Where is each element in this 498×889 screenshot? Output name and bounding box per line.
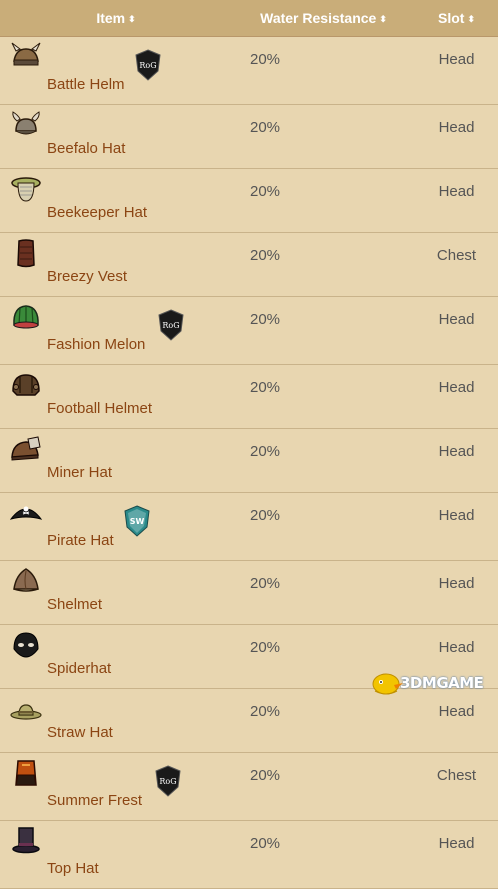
table-row: Beefalo Hat 20% Head — [0, 104, 498, 169]
item-cell: Spiderhat — [0, 624, 232, 689]
badge-label: RoG — [159, 777, 176, 786]
item-cell: Breezy Vest — [0, 232, 232, 297]
sw-badge-icon: SW — [124, 505, 150, 537]
watermark-text: 3DMGAME — [400, 674, 484, 692]
badge-label: SW — [130, 517, 145, 526]
item-link[interactable]: Spiderhat — [47, 660, 111, 677]
column-header-item-label: Item — [96, 10, 126, 26]
slot-value: Chest — [415, 752, 498, 821]
beekeeper-hat-icon[interactable] — [10, 173, 42, 205]
battle-helm-icon[interactable] — [10, 41, 42, 73]
rog-badge-icon: RoG — [155, 765, 181, 797]
miner-hat-icon[interactable] — [10, 433, 42, 465]
item-cell: Top Hat — [0, 820, 232, 889]
badge-label: RoG — [162, 321, 179, 330]
item-cell: Straw Hat — [0, 688, 232, 753]
slot-value: Chest — [415, 232, 498, 297]
water-resistance-value: 20% — [232, 168, 415, 233]
table-row: Straw Hat 20% Head — [0, 688, 498, 753]
table-row: Football Helmet 20% Head — [0, 364, 498, 429]
water-resistance-value: 20% — [232, 560, 415, 625]
pirate-hat-icon[interactable] — [10, 497, 42, 529]
item-link[interactable]: Breezy Vest — [47, 268, 127, 285]
item-link[interactable]: Pirate Hat — [47, 532, 114, 549]
table-row: Beekeeper Hat 20% Head — [0, 168, 498, 233]
football-helmet-icon[interactable] — [10, 369, 42, 401]
items-table: Item ⬍ Water Resistance ⬍ Slot ⬍ Battle Hel… — [0, 0, 498, 889]
water-resistance-value: 20% — [232, 752, 415, 821]
table-row: Fashion Melon RoG 20% Head — [0, 296, 498, 365]
water-resistance-value: 20% — [232, 104, 415, 169]
shelmet-icon[interactable] — [10, 565, 42, 597]
table-row: Shelmet 20% Head — [0, 560, 498, 625]
top-hat-icon[interactable] — [10, 825, 42, 857]
item-link[interactable]: Straw Hat — [47, 724, 113, 741]
item-cell: Fashion Melon RoG — [0, 296, 232, 365]
water-resistance-value: 20% — [232, 492, 415, 561]
water-resistance-value: 20% — [232, 36, 415, 105]
table-row: Miner Hat 20% Head — [0, 428, 498, 493]
slot-value: Head — [415, 560, 498, 625]
item-cell: Battle Helm RoG — [0, 36, 232, 105]
sort-icon: ⬍ — [379, 14, 387, 24]
3dm-mascot-icon — [372, 673, 403, 695]
beefalo-hat-icon[interactable] — [10, 109, 42, 141]
water-resistance-value: 20% — [232, 428, 415, 493]
table-row: Summer Frest RoG 20% Chest — [0, 752, 498, 821]
item-link[interactable]: Battle Helm — [47, 76, 125, 93]
item-link[interactable]: Miner Hat — [47, 464, 112, 481]
item-cell: Summer Frest RoG — [0, 752, 232, 821]
rog-badge-icon: RoG — [135, 49, 161, 81]
slot-value: Head — [415, 296, 498, 365]
slot-value: Head — [415, 364, 498, 429]
sort-icon: ⬍ — [128, 14, 136, 24]
summer-frest-icon[interactable] — [10, 757, 42, 789]
slot-value: Head — [415, 36, 498, 105]
item-link[interactable]: Top Hat — [47, 860, 99, 877]
column-header-water-resistance[interactable]: Water Resistance ⬍ — [232, 0, 415, 37]
slot-value: Head — [415, 168, 498, 233]
slot-value: Head — [415, 104, 498, 169]
water-resistance-value: 20% — [232, 688, 415, 753]
item-link[interactable]: Summer Frest — [47, 792, 142, 809]
item-link[interactable]: Football Helmet — [47, 400, 152, 417]
straw-hat-icon[interactable] — [10, 693, 42, 725]
slot-value: Head — [415, 492, 498, 561]
water-resistance-value: 20% — [232, 820, 415, 889]
table-header-row: Item ⬍ Water Resistance ⬍ Slot ⬍ — [0, 0, 498, 37]
water-resistance-value: 20% — [232, 232, 415, 297]
table-row: Top Hat 20% Head — [0, 820, 498, 889]
item-link[interactable]: Shelmet — [47, 596, 102, 613]
table-row: Breezy Vest 20% Chest — [0, 232, 498, 297]
breezy-vest-icon[interactable] — [10, 237, 42, 269]
item-cell: Pirate Hat SW — [0, 492, 232, 561]
slot-value: Head — [415, 688, 498, 753]
watermark: 3DMGAME — [370, 669, 494, 697]
column-header-item[interactable]: Item ⬍ — [0, 0, 232, 37]
spiderhat-icon[interactable] — [10, 629, 42, 661]
slot-value: Head — [415, 428, 498, 493]
item-link[interactable]: Beekeeper Hat — [47, 204, 147, 221]
fashion-melon-icon[interactable] — [10, 301, 42, 333]
column-header-water-resistance-label: Water Resistance — [260, 10, 377, 26]
item-link[interactable]: Fashion Melon — [47, 336, 145, 353]
item-cell: Beekeeper Hat — [0, 168, 232, 233]
table-row: Pirate Hat SW 20% Head — [0, 492, 498, 561]
water-resistance-value: 20% — [232, 364, 415, 429]
sort-icon: ⬍ — [467, 14, 475, 24]
item-cell: Beefalo Hat — [0, 104, 232, 169]
item-cell: Shelmet — [0, 560, 232, 625]
item-link[interactable]: Beefalo Hat — [47, 140, 125, 157]
column-header-slot-label: Slot — [438, 10, 465, 26]
water-resistance-value: 20% — [232, 296, 415, 365]
slot-value: Head — [415, 820, 498, 889]
column-header-slot[interactable]: Slot ⬍ — [415, 0, 498, 37]
item-cell: Football Helmet — [0, 364, 232, 429]
badge-label: RoG — [139, 61, 156, 70]
item-cell: Miner Hat — [0, 428, 232, 493]
table-row: Battle Helm RoG 20% Head — [0, 36, 498, 105]
rog-badge-icon: RoG — [158, 309, 184, 341]
